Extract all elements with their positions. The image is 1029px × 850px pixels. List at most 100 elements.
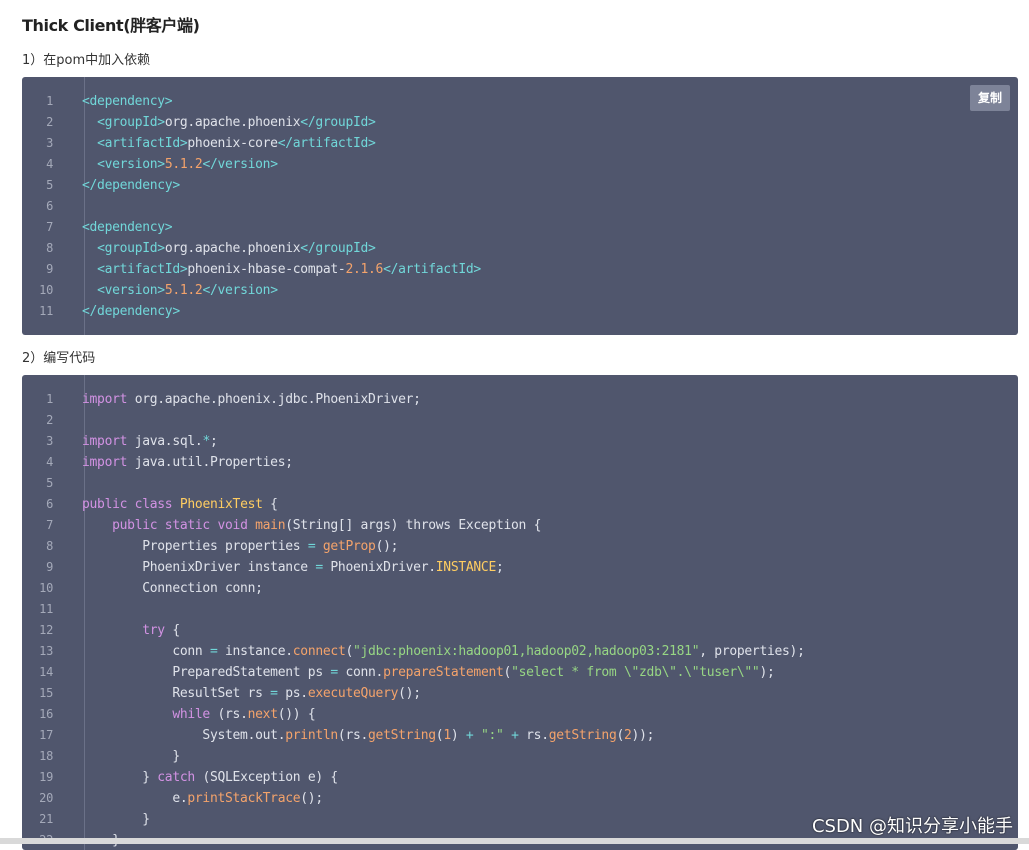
code-line: 3 import java.sql.*; <box>22 431 1018 452</box>
line-number: 5 <box>46 476 53 490</box>
code-text: <artifactId>phoenix-hbase-compat-2.1.6</… <box>82 259 481 280</box>
code-token: (SQLException e) { <box>194 770 338 785</box>
code-text: import java.util.Properties; <box>82 452 293 473</box>
line-number: 7 <box>46 518 53 532</box>
code-token: "select * from \"zdb\".\"tuser\"" <box>511 665 760 680</box>
line-number: 3 <box>46 136 53 150</box>
code-text: Properties properties = getProp(); <box>82 536 398 557</box>
code-token: (); <box>300 791 323 806</box>
code-token: </groupId> <box>300 115 376 130</box>
code-text: } catch (SQLException e) { <box>82 767 338 788</box>
code-token: ; <box>495 560 504 575</box>
code-token: } <box>82 770 158 785</box>
code-token: import <box>82 392 128 407</box>
code-token: (); <box>375 539 399 554</box>
code-text: <version>5.1.2</version> <box>82 280 278 301</box>
code-token: connect <box>292 644 346 659</box>
code-line: 7 <dependency> <box>22 217 1018 238</box>
line-number: 7 <box>46 220 53 234</box>
page-title: Thick Client(胖客户端) <box>22 16 200 35</box>
code-token: while <box>172 707 210 722</box>
code-token: <dependency> <box>82 220 173 235</box>
code-line: 8 Properties properties = getProp(); <box>22 536 1018 557</box>
code-token: <version> <box>97 283 165 298</box>
line-number: 5 <box>46 178 53 192</box>
line-number: 4 <box>46 157 53 171</box>
code-token: (); <box>398 686 421 701</box>
code-line: 17 System.out.println(rs.getString(1) + … <box>22 725 1018 746</box>
code-token: phoenix-core <box>187 136 278 151</box>
code-line: 3 <artifactId>phoenix-core</artifactId> <box>22 133 1018 154</box>
code-token: java.sql. <box>127 434 203 449</box>
line-number: 1 <box>46 392 53 406</box>
code-line: 16 while (rs.next()) { <box>22 704 1018 725</box>
code-token: = <box>209 644 218 659</box>
line-number: 11 <box>39 304 53 318</box>
copy-button[interactable]: 复制 <box>970 85 1010 111</box>
code-token: </version> <box>202 283 278 298</box>
code-token: (String[] args) throws Exception { <box>285 518 542 533</box>
code-line: 2 <groupId>org.apache.phoenix</groupId> <box>22 112 1018 133</box>
code-token: 5.1.2 <box>164 283 203 298</box>
code-token: import <box>82 455 128 470</box>
code-token: getString <box>548 728 617 743</box>
code-text: import org.apache.phoenix.jdbc.PhoenixDr… <box>82 389 421 410</box>
code-token: Properties properties <box>82 539 308 554</box>
xml-code-lines: 1 <dependency> 2 <groupId>org.apache.phoen… <box>22 91 1018 322</box>
xml-code-block: 1 <dependency> 2 <groupId>org.apache.phoen… <box>22 77 1018 335</box>
code-line: 4 <version>5.1.2</version> <box>22 154 1018 175</box>
code-text: ResultSet rs = ps.executeQuery(); <box>82 683 421 704</box>
code-token: ()) { <box>277 707 316 722</box>
code-token: </dependency> <box>82 178 180 193</box>
code-text: <groupId>org.apache.phoenix</groupId> <box>82 238 376 259</box>
code-token: conn <box>82 644 210 659</box>
code-text: </dependency> <box>82 301 180 322</box>
code-line: 10 Connection conn; <box>22 578 1018 599</box>
code-token: e. <box>82 791 188 806</box>
code-text: </dependency> <box>82 175 180 196</box>
code-token: conn. <box>337 665 384 680</box>
code-token: <groupId> <box>97 115 165 130</box>
line-number: 8 <box>46 539 53 553</box>
code-token: = <box>315 560 323 575</box>
code-token: ":" <box>480 728 504 743</box>
code-token: Connection conn; <box>82 581 263 596</box>
code-line: 2 <box>22 410 1018 431</box>
code-token: ps. <box>277 686 308 701</box>
code-token: } <box>82 749 180 764</box>
code-token: org.apache.phoenix.jdbc.PhoenixDriver; <box>127 392 421 407</box>
code-text: <dependency> <box>82 91 173 112</box>
code-line: 6 public class PhoenixTest { <box>22 494 1018 515</box>
code-text: PhoenixDriver instance = PhoenixDriver.I… <box>82 557 504 578</box>
line-number: 17 <box>39 728 53 742</box>
line-number: 18 <box>39 749 53 763</box>
code-line: 14 PreparedStatement ps = conn.prepareSt… <box>22 662 1018 683</box>
code-token: "jdbc:phoenix:hadoop01,hadoop02,hadoop03… <box>353 644 700 659</box>
line-number: 2 <box>46 413 53 427</box>
java-code-lines: 1 import org.apache.phoenix.jdbc.PhoenixD… <box>22 389 1018 850</box>
code-token: <artifactId> <box>97 136 188 151</box>
code-text: Connection conn; <box>82 578 263 599</box>
code-token: main <box>255 518 286 533</box>
code-line: 15 ResultSet rs = ps.executeQuery(); <box>22 683 1018 704</box>
code-text: <artifactId>phoenix-core</artifactId> <box>82 133 376 154</box>
line-number: 9 <box>46 262 53 276</box>
code-text: while (rs.next()) { <box>82 704 315 725</box>
code-line: 12 try { <box>22 620 1018 641</box>
code-line: 5 <box>22 473 1018 494</box>
step-2-heading: 2）编写代码 <box>22 351 96 366</box>
code-token: ; <box>209 434 218 449</box>
line-number: 10 <box>39 581 53 595</box>
code-token: PreparedStatement ps <box>82 665 331 680</box>
code-token: <groupId> <box>97 241 165 256</box>
line-number: 6 <box>46 497 53 511</box>
java-code-block: 1 import org.apache.phoenix.jdbc.PhoenixD… <box>22 375 1018 850</box>
